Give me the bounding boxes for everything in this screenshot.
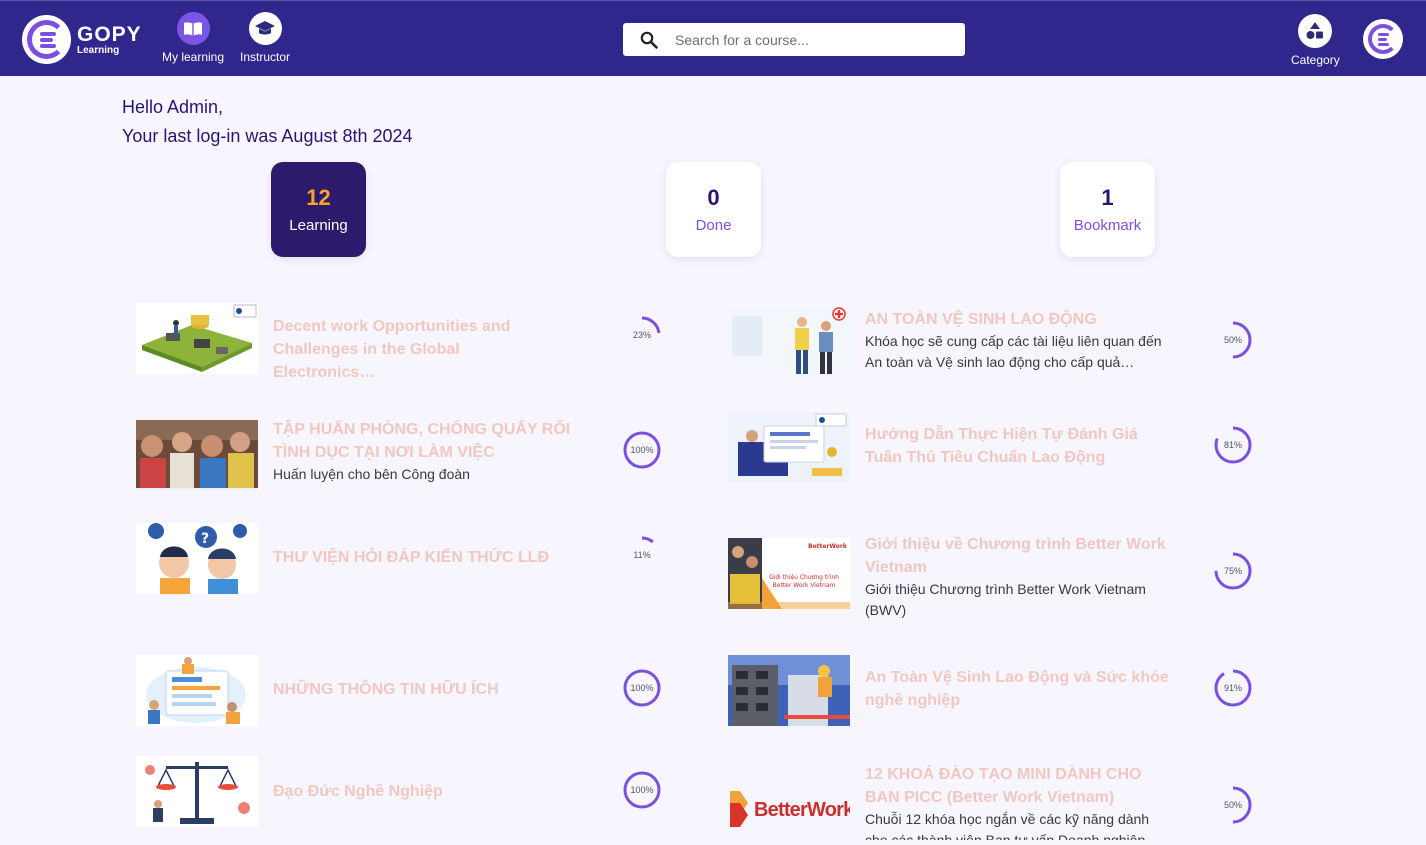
nav-my-learning[interactable]: My learning: [162, 12, 224, 64]
top-navigation-bar: GOPY Learning My learning Instructor Cat…: [0, 0, 1426, 76]
progress-ring: 100%: [622, 770, 662, 810]
course-card[interactable]: Đạo Đức Nghề Nghiệp: [136, 756, 563, 827]
course-title: Giới thiệu về Chương trình Better Work V…: [865, 536, 1166, 576]
greeting: Hello Admin, Your last log-in was August…: [122, 93, 413, 151]
betterwork-logo: BetterWork: [754, 799, 850, 821]
book-icon: [176, 12, 210, 45]
course-title: 12 KHOÁ ĐÀO TẠO MINI DÀNH CHO BAN PICC (…: [865, 766, 1142, 806]
progress-ring: 100%: [622, 668, 662, 708]
user-avatar[interactable]: [1363, 19, 1403, 59]
logo-title: GOPY: [77, 22, 142, 46]
stat-learning-count: 12: [306, 185, 331, 210]
stat-done-count: 0: [707, 185, 720, 210]
search-bar: [623, 23, 965, 56]
course-card[interactable]: An Toàn Vệ Sinh Lao Động và Sức khỏe ngh…: [728, 655, 1170, 726]
progress-label: 75%: [1223, 566, 1242, 576]
progress-label: 100%: [630, 785, 654, 795]
progress-label: 100%: [630, 683, 654, 693]
progress-label: 100%: [630, 445, 654, 455]
gopy-logo[interactable]: GOPY Learning: [22, 15, 142, 64]
thumbnail-slide-title: Giới thiệu Chương trình Better Work Viet…: [769, 574, 839, 589]
gopy-logo-icon: [22, 15, 71, 64]
progress-label: 50%: [1223, 335, 1242, 345]
course-title: Decent work Opportunities and Challenges…: [273, 318, 511, 381]
nav-instructor[interactable]: Instructor: [240, 12, 290, 64]
course-card[interactable]: BetterWork 12 KHOÁ ĐÀO TẠO MINI DÀNH CHO…: [728, 763, 1170, 844]
course-description: Huấn luyện cho bên Công đoàn: [273, 466, 470, 482]
course-card[interactable]: TẬP HUẤN PHÒNG, CHỐNG QUẤY RỐI TÌNH DỤC …: [136, 420, 573, 491]
course-thumbnail: [136, 420, 258, 491]
course-thumbnail: [728, 412, 850, 483]
course-card[interactable]: AN TOÀN VỆ SINH LAO ĐỘNG Khóa học sẽ cun…: [728, 306, 1170, 377]
progress-ring: 91%: [1213, 668, 1253, 708]
nav-instructor-label: Instructor: [240, 50, 291, 64]
stat-bookmark-label: Bookmark: [1073, 217, 1142, 234]
progress-label: 50%: [1223, 800, 1242, 810]
course-thumbnail: BetterWork Giới thiệu Chương trình Bette…: [728, 538, 850, 609]
course-card[interactable]: Decent work Opportunities and Challenges…: [136, 303, 563, 384]
progress-ring: 75%: [1213, 551, 1253, 591]
course-thumbnail: [136, 303, 258, 374]
course-title: NHỮNG THÔNG TIN HỮU ÍCH: [273, 681, 499, 698]
betterwork-mini-logo: BetterWork: [808, 543, 848, 550]
course-title: AN TOÀN VỆ SINH LAO ĐỘNG: [865, 311, 1097, 328]
progress-ring: 23%: [622, 315, 662, 355]
course-thumbnail: [136, 756, 258, 827]
course-thumbnail: ?: [136, 523, 258, 594]
search-icon[interactable]: [623, 31, 675, 49]
progress-ring: 100%: [622, 430, 662, 470]
shapes-icon: [1298, 14, 1333, 48]
nav-my-learning-label: My learning: [162, 50, 225, 64]
search-input[interactable]: [675, 31, 945, 48]
course-description: Khóa học sẽ cung cấp các tài liệu liên q…: [865, 333, 1162, 370]
progress-ring: 81%: [1213, 425, 1253, 465]
course-title: TẬP HUẤN PHÒNG, CHỐNG QUẤY RỐI TÌNH DỤC …: [273, 421, 571, 461]
stat-bookmark[interactable]: 1 Bookmark: [1060, 162, 1155, 257]
course-card[interactable]: NHỮNG THÔNG TIN HỮU ÍCH: [136, 655, 563, 726]
stat-done-label: Done: [695, 217, 732, 234]
greeting-last-login: Your last log-in was August 8th 2024: [122, 126, 413, 146]
course-title: THƯ VIỆN HỎI ĐÁP KIẾN THỨC LLĐ: [273, 549, 550, 566]
course-thumbnail: BetterWork: [728, 773, 850, 844]
progress-ring: 50%: [1213, 320, 1253, 360]
nav-category[interactable]: Category: [1291, 14, 1340, 67]
stat-done[interactable]: 0 Done: [666, 162, 761, 257]
svg-text:?: ?: [201, 531, 209, 547]
progress-label: 81%: [1223, 440, 1242, 450]
course-title: Hướng Dẫn Thực Hiện Tự Đánh Giá Tuân Thủ…: [865, 426, 1138, 466]
stat-learning-label: Learning: [289, 217, 348, 234]
course-title: Đạo Đức Nghề Nghiệp: [273, 783, 443, 800]
progress-label: 23%: [632, 330, 651, 340]
stat-bookmark-count: 1: [1101, 185, 1114, 210]
stat-learning[interactable]: 12 Learning: [271, 162, 366, 257]
greeting-hello: Hello Admin,: [122, 97, 224, 117]
nav-category-label: Category: [1291, 53, 1340, 67]
course-description: Giới thiệu Chương trình Better Work Viet…: [865, 581, 1146, 618]
course-card[interactable]: BetterWork Giới thiệu Chương trình Bette…: [728, 533, 1170, 621]
course-card[interactable]: ? THƯ VIỆN HỎI ĐÁP KIẾN THỨC LLĐ: [136, 523, 563, 594]
progress-label: 91%: [1223, 683, 1242, 693]
progress-label: 11%: [633, 550, 651, 560]
graduation-cap-icon: [248, 12, 282, 45]
course-card[interactable]: Hướng Dẫn Thực Hiện Tự Đánh Giá Tuân Thủ…: [728, 412, 1170, 483]
logo-subtitle: Learning: [77, 44, 120, 56]
progress-ring: 11%: [622, 535, 662, 575]
course-thumbnail: [728, 655, 850, 726]
course-title: An Toàn Vệ Sinh Lao Động và Sức khỏe ngh…: [865, 669, 1169, 709]
course-thumbnail: [136, 655, 258, 726]
course-description: Chuỗi 12 khóa học ngắn về các kỹ năng dà…: [865, 811, 1160, 840]
progress-ring: 50%: [1213, 785, 1253, 825]
course-thumbnail: [728, 306, 850, 377]
